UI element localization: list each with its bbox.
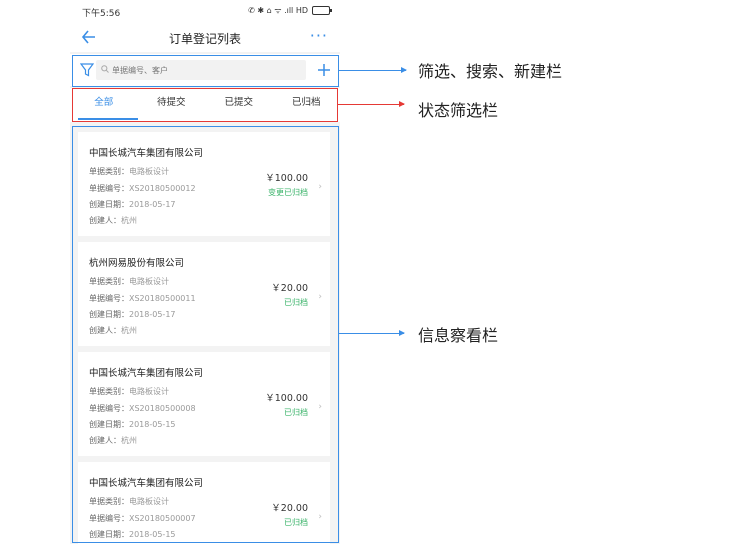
type-value: 电路板设计 [129, 387, 169, 396]
date-label: 创建日期： [89, 420, 129, 429]
type-label: 单据类别： [89, 167, 129, 176]
type-row: 单据类别：电路板设计 [89, 496, 169, 507]
type-row: 单据类别：电路板设计 [89, 166, 169, 177]
date-row: 创建日期：2018-05-15 [89, 419, 176, 430]
add-icon[interactable] [316, 62, 332, 78]
amount: ￥20.00 [271, 283, 308, 294]
number-row: 单据编号：XS20180500007 [89, 513, 196, 524]
date-row: 创建日期：2018-05-15 [89, 529, 176, 540]
number-row: 单据编号：XS20180500008 [89, 403, 196, 414]
type-value: 电路板设计 [129, 277, 169, 286]
tab-pending[interactable]: 待提交 [138, 88, 206, 122]
number-row: 单据编号：XS20180500012 [89, 183, 196, 194]
date-value: 2018-05-17 [129, 200, 176, 209]
creator-row: 创建人：杭州 [89, 215, 137, 226]
company-name: 中国长城汽车集团有限公司 [89, 368, 204, 379]
chevron-right-icon: › [318, 182, 322, 192]
order-card[interactable]: 中国长城汽车集团有限公司 单据类别：电路板设计 单据编号：XS201805000… [78, 132, 330, 236]
type-row: 单据类别：电路板设计 [89, 276, 169, 287]
amount: ￥100.00 [265, 393, 308, 404]
nav-bar: 订单登记列表 ··· [70, 22, 340, 52]
annotation-label-search: 筛选、搜索、新建栏 [418, 62, 563, 81]
status-bar: 下午5:56 ✆ ✱ ⌂ ᯤ .ıll HD [70, 0, 340, 22]
status-badge: 已归档 [284, 298, 308, 307]
tab-all[interactable]: 全部 [70, 88, 138, 122]
creator-value: 杭州 [121, 436, 137, 445]
status-badge: 变更已归档 [268, 188, 308, 197]
date-label: 创建日期： [89, 310, 129, 319]
number-value: XS20180500007 [129, 514, 196, 523]
annotation-label-info: 信息察看栏 [418, 326, 499, 345]
more-icon[interactable]: ··· [310, 28, 328, 44]
number-label: 单据编号： [89, 294, 129, 303]
date-row: 创建日期：2018-05-17 [89, 309, 176, 320]
company-name: 中国长城汽车集团有限公司 [89, 148, 204, 159]
creator-label: 创建人： [89, 436, 121, 445]
status-time: 下午5:56 [82, 9, 121, 19]
tab-archived[interactable]: 已归档 [273, 88, 341, 122]
status-icons-text: ✆ ✱ ⌂ ᯤ .ıll HD [248, 6, 308, 15]
annotation-arrow-search [338, 67, 407, 73]
number-value: XS20180500011 [129, 294, 196, 303]
type-label: 单据类别： [89, 277, 129, 286]
creator-label: 创建人： [89, 216, 121, 225]
date-row: 创建日期：2018-05-17 [89, 199, 176, 210]
page-title: 订单登记列表 [168, 32, 241, 46]
status-icons: ✆ ✱ ⌂ ᯤ .ıll HD [248, 5, 332, 16]
tab-submitted[interactable]: 已提交 [205, 88, 273, 122]
amount: ￥20.00 [271, 503, 308, 514]
type-row: 单据类别：电路板设计 [89, 386, 169, 397]
status-badge: 已归档 [284, 408, 308, 417]
amount: ￥100.00 [265, 173, 308, 184]
order-card[interactable]: 中国长城汽车集团有限公司 单据类别：电路板设计 单据编号：XS201805000… [78, 352, 330, 456]
date-value: 2018-05-15 [129, 530, 176, 539]
number-value: XS20180500012 [129, 184, 196, 193]
search-box[interactable] [96, 60, 306, 80]
chevron-right-icon: › [318, 292, 322, 302]
date-label: 创建日期： [89, 200, 129, 209]
type-label: 单据类别： [89, 387, 129, 396]
type-value: 电路板设计 [129, 497, 169, 506]
date-label: 创建日期： [89, 530, 129, 539]
number-row: 单据编号：XS20180500011 [89, 293, 196, 304]
creator-row: 创建人：杭州 [89, 435, 137, 446]
company-name: 杭州网易股份有限公司 [89, 258, 185, 269]
type-label: 单据类别： [89, 497, 129, 506]
filter-icon[interactable] [80, 63, 94, 77]
search-input[interactable] [112, 62, 300, 78]
order-card[interactable]: 杭州网易股份有限公司 单据类别：电路板设计 单据编号：XS20180500011… [78, 242, 330, 346]
creator-value: 杭州 [121, 216, 137, 225]
number-value: XS20180500008 [129, 404, 196, 413]
creator-label: 创建人： [89, 326, 121, 335]
company-name: 中国长城汽车集团有限公司 [89, 478, 204, 489]
status-tabs: 全部 待提交 已提交 已归档 [70, 88, 340, 122]
annotation-arrow-tabs [337, 101, 405, 107]
phone-screen: 下午5:56 ✆ ✱ ⌂ ᯤ .ıll HD 订单登记列表 ··· 全 [70, 0, 340, 544]
search-filter-bar [70, 54, 340, 86]
annotation-arrow-info [338, 330, 405, 336]
order-card[interactable]: 中国长城汽车集团有限公司 单据类别：电路板设计 单据编号：XS201805000… [78, 462, 330, 544]
date-value: 2018-05-17 [129, 310, 176, 319]
annotation-label-tabs: 状态筛选栏 [418, 101, 499, 120]
chevron-right-icon: › [318, 512, 322, 522]
type-value: 电路板设计 [129, 167, 169, 176]
creator-row: 创建人：杭州 [89, 325, 137, 336]
chevron-right-icon: › [318, 402, 322, 412]
status-badge: 已归档 [284, 518, 308, 527]
number-label: 单据编号： [89, 514, 129, 523]
battery-icon [312, 6, 332, 15]
number-label: 单据编号： [89, 404, 129, 413]
search-icon [101, 65, 109, 73]
creator-value: 杭州 [121, 326, 137, 335]
date-value: 2018-05-15 [129, 420, 176, 429]
number-label: 单据编号： [89, 184, 129, 193]
